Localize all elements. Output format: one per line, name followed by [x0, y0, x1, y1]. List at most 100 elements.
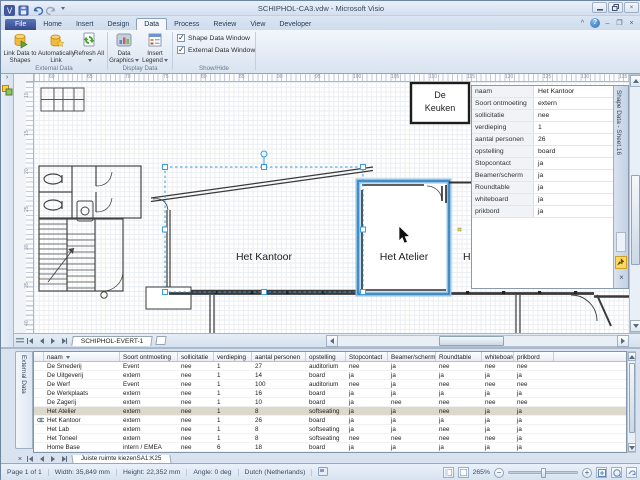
zoom-slider[interactable]: [508, 471, 578, 474]
zoom-level[interactable]: 265%: [473, 469, 490, 476]
table-row[interactable]: Home Baseintern / EMEAnee618boardjajajaj…: [34, 443, 626, 452]
refresh-all-button[interactable]: Refresh All: [73, 31, 105, 64]
rotation-handle[interactable]: [261, 151, 267, 157]
shape-data-row[interactable]: naamHet Kantoor: [472, 86, 613, 98]
external-data-window-checkbox[interactable]: External Data Window: [177, 46, 255, 54]
shape-data-row[interactable]: Roundtableja: [472, 182, 613, 194]
close-button[interactable]: ×: [624, 2, 639, 13]
tab-data[interactable]: Data: [136, 18, 167, 30]
external-data-tab[interactable]: External Data: [15, 351, 33, 449]
room-hidden-right[interactable]: H: [449, 183, 471, 264]
table-row[interactable]: Het Atelierexternnee18softseatingjajanee…: [34, 407, 626, 416]
restore-button[interactable]: [608, 2, 623, 13]
tab-process[interactable]: Process: [167, 19, 206, 30]
scroll-up-button[interactable]: [630, 75, 640, 87]
column-header[interactable]: whiteboard: [482, 352, 514, 361]
shape-data-value[interactable]: ja: [534, 158, 613, 169]
scroll-up-button[interactable]: [628, 352, 636, 361]
column-header[interactable]: opstelling: [306, 352, 346, 361]
canvas-vscrollbar[interactable]: [629, 74, 640, 333]
shape-data-row[interactable]: aantal personen26: [472, 134, 613, 146]
zoom-out-button[interactable]: −: [494, 468, 504, 478]
selection-handles[interactable]: [163, 165, 366, 295]
pin-icon[interactable]: [615, 256, 627, 269]
column-header[interactable]: prikbord: [514, 352, 554, 361]
shape-data-value[interactable]: ja: [534, 170, 613, 181]
shape-data-value[interactable]: ja: [534, 206, 613, 217]
tab-view[interactable]: View: [243, 19, 272, 30]
last-page-button[interactable]: [58, 335, 69, 346]
insert-legend-button[interactable]: Insert Legend: [140, 31, 170, 64]
shape-data-value[interactable]: extern: [534, 98, 613, 109]
help-icon[interactable]: ?: [590, 18, 600, 28]
language-indicator[interactable]: Dutch (Netherlands): [239, 469, 313, 476]
shape-data-row[interactable]: prikbordja: [472, 206, 613, 218]
staircase[interactable]: [39, 219, 123, 298]
scroll-down-button[interactable]: [630, 320, 640, 332]
whole-page-icon[interactable]: [611, 467, 622, 478]
room-de-keuken[interactable]: De Keuken: [411, 83, 469, 123]
page-indicator[interactable]: Page 1 of 1: [1, 469, 49, 476]
angle-indicator[interactable]: Angle: 0 deg: [187, 469, 238, 476]
data-graphics-button[interactable]: Data Graphics: [108, 31, 140, 64]
doc-restore-icon[interactable]: ❐: [615, 19, 624, 28]
fit-page-icon[interactable]: [596, 467, 607, 478]
first-page-button[interactable]: [25, 335, 36, 346]
shape-data-row[interactable]: Soort ontmoetingextern: [472, 98, 613, 110]
normal-view-icon[interactable]: [443, 467, 454, 478]
column-header[interactable]: verdieping: [214, 352, 252, 361]
macro-icon[interactable]: [312, 467, 334, 478]
doc-close-icon[interactable]: ×: [627, 19, 636, 28]
shape-data-value[interactable]: 26: [534, 134, 613, 145]
tab-file[interactable]: File: [5, 19, 36, 30]
shape-data-value[interactable]: 1: [534, 122, 613, 133]
table-row[interactable]: De WerfEventnee1100auditoriumneejaneenee…: [34, 380, 626, 389]
shape-data-row[interactable]: Stopcontactja: [472, 158, 613, 170]
table-row[interactable]: De Uitgeverijexternnee114boardjajajajaja: [34, 371, 626, 380]
close-icon[interactable]: ×: [616, 272, 627, 283]
shape-data-window-checkbox[interactable]: Shape Data Window: [177, 34, 250, 42]
doc-minimize-icon[interactable]: –: [603, 19, 612, 28]
table-row[interactable]: Het Toneelexternnee18softseatingneeneene…: [34, 434, 626, 443]
tab-home[interactable]: Home: [36, 19, 69, 30]
table-row[interactable]: Het Kantoorexternnee126boardjajajajaja: [34, 416, 626, 425]
minimize-ribbon-icon[interactable]: ^: [578, 19, 587, 28]
link-data-to-shapes-button[interactable]: Link Data to Shapes: [2, 31, 38, 64]
shape-data-row[interactable]: whiteboardja: [472, 194, 613, 206]
height-indicator[interactable]: Height: 22,352 mm: [117, 469, 187, 476]
column-header[interactable]: naam: [44, 352, 120, 361]
scroll-left-button[interactable]: [326, 335, 338, 347]
zoom-in-button[interactable]: +: [582, 468, 592, 478]
column-header[interactable]: Beamer/scherm: [388, 352, 436, 361]
shape-data-row[interactable]: sollicitatienee: [472, 110, 613, 122]
scroll-down-button[interactable]: [628, 443, 636, 452]
column-header[interactable]: Stopcontact: [346, 352, 388, 361]
expand-shapes-icon[interactable]: ›: [1, 74, 13, 81]
furniture-table[interactable]: [41, 88, 84, 111]
toilet-block[interactable]: [39, 166, 141, 221]
table-row[interactable]: De Zagerijexternnee110boardjaneeneeneene…: [34, 398, 626, 407]
column-header[interactable]: Soort ontmoeting: [120, 352, 178, 361]
canvas-hscrollbar[interactable]: [326, 335, 629, 347]
scroll-right-button[interactable]: [617, 335, 629, 347]
shape-data-titlebar[interactable]: Shape Data - Sheet.16 ×: [613, 86, 628, 288]
column-header[interactable]: sollicitatie: [178, 352, 214, 361]
tab-insert[interactable]: Insert: [69, 19, 101, 30]
shape-data-value[interactable]: ja: [534, 194, 613, 205]
automatically-link-button[interactable]: Automatically Link: [38, 31, 74, 64]
table-row[interactable]: De SmederijEventnee127auditoriumneejanee…: [34, 362, 626, 371]
shape-data-row[interactable]: opstellingboard: [472, 146, 613, 158]
prev-page-button[interactable]: [36, 335, 47, 346]
hscroll-thumb[interactable]: [439, 336, 504, 346]
vscroll-thumb[interactable]: [631, 175, 640, 265]
fullscreen-view-icon[interactable]: [458, 467, 469, 478]
next-page-button[interactable]: [47, 335, 58, 346]
tab-developer[interactable]: Developer: [272, 19, 318, 30]
shape-data-row[interactable]: Beamer/schermja: [472, 170, 613, 182]
zoom-slider-thumb[interactable]: [541, 468, 546, 478]
table-row[interactable]: Het Labexternnee18softseatingjajaneejaja: [34, 425, 626, 434]
insert-page-button[interactable]: [156, 336, 167, 345]
shape-data-scroll[interactable]: [616, 232, 626, 252]
tab-review[interactable]: Review: [206, 19, 243, 30]
width-indicator[interactable]: Width: 35,849 mm: [49, 469, 117, 476]
